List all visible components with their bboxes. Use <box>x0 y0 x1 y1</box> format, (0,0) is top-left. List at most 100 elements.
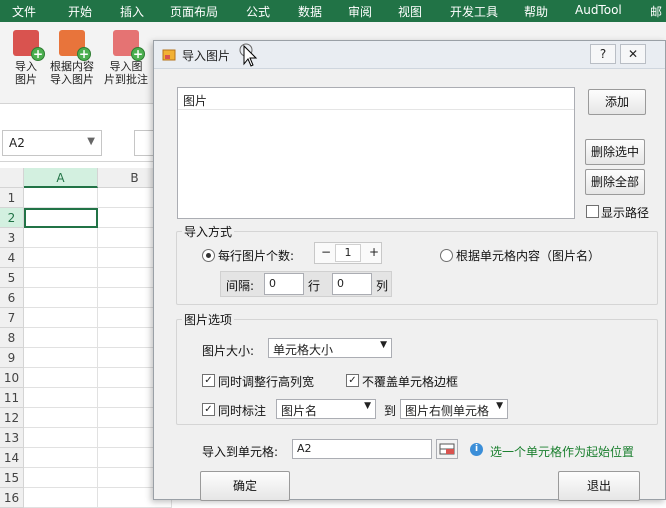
text-picture-icon: + <box>59 30 91 61</box>
by-content-radio[interactable] <box>440 249 453 262</box>
ok-button[interactable]: 确定 <box>200 471 290 501</box>
cell-a13[interactable] <box>24 428 98 448</box>
row-header-1[interactable]: 1 <box>0 188 24 208</box>
per-row-stepper[interactable]: − 1 + <box>314 242 382 264</box>
picture-size-label: 图片大小: <box>202 344 255 358</box>
help-button[interactable]: ? <box>590 44 616 64</box>
annotate-checkbox[interactable]: ✓ <box>202 403 215 416</box>
cell-a15[interactable] <box>24 468 98 488</box>
list-header: 图片 <box>178 88 574 110</box>
range-picker-icon <box>439 443 455 455</box>
add-button[interactable]: 添加 <box>588 89 646 115</box>
spacing-cols-input[interactable]: 0 <box>332 273 372 295</box>
cell-a7[interactable] <box>24 308 98 328</box>
row-header-8[interactable]: 8 <box>0 328 24 348</box>
picture-list[interactable]: 图片 <box>177 87 575 219</box>
info-icon: i <box>470 443 483 456</box>
menu-help[interactable]: 帮助 <box>524 3 548 20</box>
menu-file[interactable]: 文件 <box>12 3 36 20</box>
row-header-5[interactable]: 5 <box>0 268 24 288</box>
cell-a10[interactable] <box>24 368 98 388</box>
exit-button[interactable]: 退出 <box>558 471 640 501</box>
row-header-4[interactable]: 4 <box>0 248 24 268</box>
by-content-label: 根据单元格内容（图片名） <box>456 249 601 263</box>
select-all-corner[interactable] <box>0 168 24 188</box>
ribbon-label: 片到批注 <box>104 73 148 86</box>
row-header-12[interactable]: 12 <box>0 408 24 428</box>
picture-size-select[interactable]: 单元格大小 ▼ <box>268 338 392 358</box>
delete-selected-button[interactable]: 删除选中 <box>585 139 645 165</box>
delete-all-button[interactable]: 删除全部 <box>585 169 645 195</box>
increment-button[interactable]: + <box>369 245 379 259</box>
import-to-input[interactable]: A2 <box>292 439 432 459</box>
cell-a1[interactable] <box>24 188 98 208</box>
ribbon-label: 图片 <box>15 73 37 86</box>
menu-formulas[interactable]: 公式 <box>246 3 270 20</box>
annotate-select[interactable]: 图片名 ▼ <box>276 399 376 419</box>
per-row-value[interactable]: 1 <box>335 244 361 262</box>
row-header-9[interactable]: 9 <box>0 348 24 368</box>
adjust-rowcol-checkbox[interactable]: ✓ <box>202 374 215 387</box>
chevron-down-icon: ▼ <box>364 401 371 411</box>
cell-a6[interactable] <box>24 288 98 308</box>
cell-a9[interactable] <box>24 348 98 368</box>
cols-unit: 列 <box>376 279 389 293</box>
row-header-6[interactable]: 6 <box>0 288 24 308</box>
cell-a16[interactable] <box>24 488 98 508</box>
row-header-14[interactable]: 14 <box>0 448 24 468</box>
row-header-7[interactable]: 7 <box>0 308 24 328</box>
cell-a12[interactable] <box>24 408 98 428</box>
no-cover-border-label: 不覆盖单元格边框 <box>362 375 459 389</box>
menu-home[interactable]: 开始 <box>68 3 92 20</box>
menu-developer[interactable]: 开发工具 <box>450 3 498 20</box>
import-by-content-button[interactable]: + 根据内容 导入图片 <box>46 30 98 86</box>
menu-audtool[interactable]: AudTool <box>575 3 622 17</box>
import-to-label: 导入到单元格: <box>202 445 279 459</box>
menu-data[interactable]: 数据 <box>298 3 322 20</box>
cell-a5[interactable] <box>24 268 98 288</box>
chevron-down-icon[interactable]: ▼ <box>87 136 95 147</box>
ribbon-label: 导入图片 <box>50 73 94 86</box>
column-header-a[interactable]: A <box>24 168 98 188</box>
formula-button[interactable] <box>134 130 154 156</box>
row-header-2[interactable]: 2 <box>0 208 24 228</box>
decrement-button[interactable]: − <box>321 245 331 259</box>
target-cell-select[interactable]: 图片右侧单元格 ▼ <box>400 399 508 419</box>
name-box[interactable]: A2 ▼ <box>2 130 102 156</box>
annotate-value: 图片名 <box>281 404 318 418</box>
annotate-label: 同时标注 <box>218 404 267 418</box>
menu-view[interactable]: 视图 <box>398 3 422 20</box>
range-picker-button[interactable] <box>436 439 458 459</box>
cell-a3[interactable] <box>24 228 98 248</box>
import-picture-dialog: 导入图片 ? ✕ 图片 添加 删除选中 删除全部 显示路径 导入方式 每行图片个… <box>153 40 666 501</box>
cell-a14[interactable] <box>24 448 98 468</box>
menu-page-layout[interactable]: 页面布局 <box>170 3 218 20</box>
row-header-13[interactable]: 13 <box>0 428 24 448</box>
cell-a4[interactable] <box>24 248 98 268</box>
cell-a11[interactable] <box>24 388 98 408</box>
ribbon-label: 导入图 <box>109 60 143 73</box>
cell-a2[interactable] <box>24 208 98 228</box>
row-header-16[interactable]: 16 <box>0 488 24 508</box>
cell-a8[interactable] <box>24 328 98 348</box>
menu-review[interactable]: 审阅 <box>348 3 372 20</box>
target-cell-value: 图片右侧单元格 <box>405 404 490 418</box>
row-header-15[interactable]: 15 <box>0 468 24 488</box>
row-header-10[interactable]: 10 <box>0 368 24 388</box>
close-button[interactable]: ✕ <box>620 44 646 64</box>
menu-mail[interactable]: 邮 <box>650 3 662 20</box>
import-picture-button[interactable]: + 导入 图片 <box>6 30 46 86</box>
import-mode-title: 导入方式 <box>182 223 235 240</box>
import-to-comment-button[interactable]: + 导入图 片到批注 <box>100 30 152 86</box>
per-row-radio[interactable] <box>202 249 215 262</box>
row-header-11[interactable]: 11 <box>0 388 24 408</box>
dialog-title: 导入图片 <box>182 49 231 63</box>
hint-text: 选一个单元格作为起始位置 <box>490 445 635 459</box>
adjust-rowcol-label: 同时调整行高列宽 <box>218 375 315 389</box>
no-cover-border-checkbox[interactable]: ✓ <box>346 374 359 387</box>
spacing-rows-input[interactable]: 0 <box>264 273 304 295</box>
show-path-checkbox[interactable] <box>586 205 599 218</box>
ribbon-label: 根据内容 <box>50 60 94 73</box>
menu-insert[interactable]: 插入 <box>120 3 144 20</box>
row-header-3[interactable]: 3 <box>0 228 24 248</box>
